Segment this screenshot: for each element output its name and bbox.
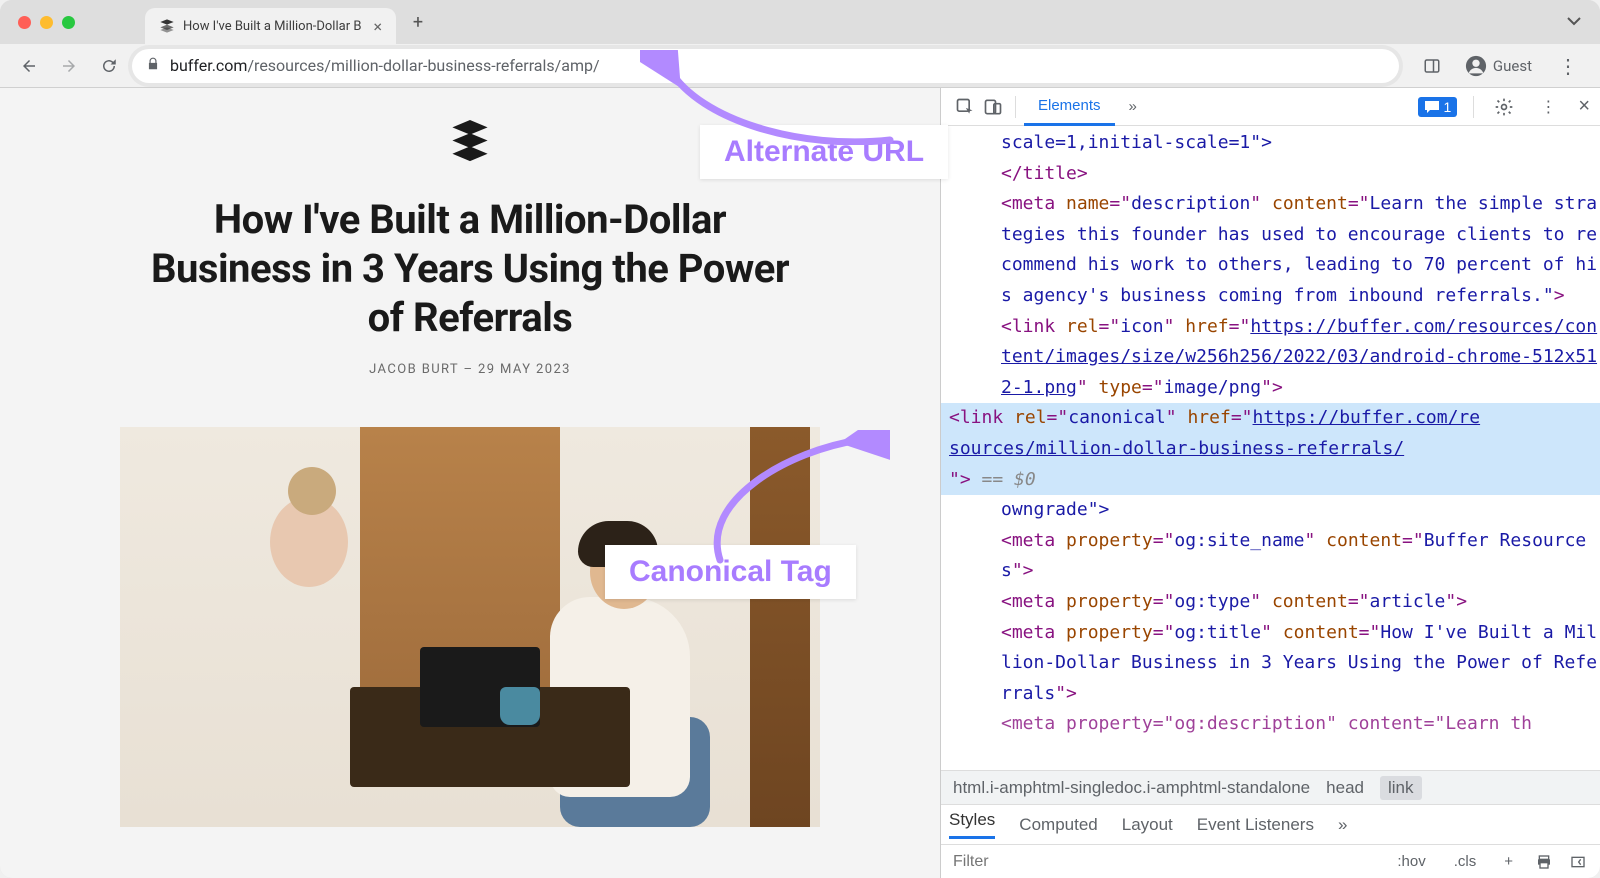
issues-count: 1	[1444, 99, 1452, 115]
breadcrumb-item[interactable]: head	[1326, 778, 1364, 798]
source-line: <meta property="og:title" content="How I…	[1001, 618, 1600, 710]
panel-toggle-icon[interactable]	[1568, 852, 1588, 872]
close-window-button[interactable]	[18, 16, 31, 29]
source-line: <link rel="icon" href="https://buffer.co…	[1001, 312, 1600, 404]
devtools-panel: Elements » 1 ⋮ × scale=1,initial-scale	[940, 88, 1600, 878]
source-line: <meta property="og:type" content="articl…	[1001, 587, 1600, 618]
breadcrumb-item-selected[interactable]: link	[1380, 776, 1422, 800]
devtools-close-icon[interactable]: ×	[1578, 95, 1590, 118]
toolbar: buffer.com/resources/million-dollar-busi…	[0, 44, 1600, 88]
styles-filter-row: :hov .cls +	[941, 844, 1600, 878]
toolbar-right: Guest ⋮	[1415, 49, 1588, 83]
source-line: <meta property="og:description" content=…	[1001, 709, 1600, 740]
device-toggle-icon[interactable]	[979, 93, 1007, 121]
browser-window: How I've Built a Million-Dollar B × + bu…	[0, 0, 1600, 878]
profile-button[interactable]: Guest	[1453, 50, 1544, 82]
article-title: How I've Built a Million-Dollar Business…	[140, 196, 800, 342]
settings-icon[interactable]	[1490, 93, 1518, 121]
computed-tab[interactable]: Computed	[1019, 815, 1097, 835]
address-bar[interactable]: buffer.com/resources/million-dollar-busi…	[132, 49, 1399, 83]
tabs-menu-button[interactable]	[1566, 14, 1582, 30]
tab-close-icon[interactable]: ×	[373, 17, 382, 36]
elements-tab[interactable]: Elements	[1024, 88, 1115, 126]
url-path: /resources/million-dollar-business-refer…	[247, 56, 599, 75]
filter-input[interactable]	[953, 853, 1160, 871]
source-line: owngrade">	[1001, 495, 1600, 526]
article-byline: JACOB BURT – 29 MAY 2023	[369, 362, 571, 377]
add-rule-button[interactable]: +	[1497, 850, 1520, 873]
profile-label: Guest	[1493, 57, 1532, 75]
site-logo[interactable]	[448, 120, 492, 168]
tab-title: How I've Built a Million-Dollar B	[183, 19, 361, 34]
title-bar: How I've Built a Million-Dollar B × +	[0, 0, 1600, 44]
source-line: </title>	[1001, 159, 1600, 190]
styles-tab[interactable]: Styles	[949, 810, 995, 839]
cls-button[interactable]: .cls	[1447, 850, 1484, 873]
elements-source[interactable]: scale=1,initial-scale=1"> </title> <meta…	[941, 126, 1600, 770]
maximize-window-button[interactable]	[62, 16, 75, 29]
issues-badge[interactable]: 1	[1418, 97, 1458, 117]
devtools-tabs: Elements » 1 ⋮ ×	[941, 88, 1600, 126]
event-listeners-tab[interactable]: Event Listeners	[1197, 815, 1314, 835]
hov-button[interactable]: :hov	[1390, 850, 1432, 873]
devtools-menu-icon[interactable]: ⋮	[1534, 93, 1562, 121]
source-line: <meta name="description" content="Learn …	[1001, 189, 1600, 311]
content-area: How I've Built a Million-Dollar Business…	[0, 88, 1600, 878]
selected-source-line[interactable]: <link rel="canonical" href="https://buff…	[941, 403, 1600, 495]
lock-icon	[146, 57, 160, 75]
tabs-overflow-button[interactable]: »	[1115, 89, 1151, 124]
web-page: How I've Built a Million-Dollar Business…	[0, 88, 940, 878]
url-host: buffer.com	[170, 56, 247, 75]
panel-icon[interactable]	[1415, 49, 1449, 83]
styles-tabs-overflow[interactable]: »	[1338, 815, 1347, 835]
inspect-icon[interactable]	[951, 93, 979, 121]
minimize-window-button[interactable]	[40, 16, 53, 29]
tab-favicon	[159, 18, 175, 34]
url-text: buffer.com/resources/million-dollar-busi…	[170, 56, 600, 75]
browser-tab[interactable]: How I've Built a Million-Dollar B ×	[145, 8, 396, 44]
forward-button[interactable]	[52, 49, 86, 83]
dom-breadcrumb[interactable]: html.i-amphtml-singledoc.i-amphtml-stand…	[941, 770, 1600, 804]
hero-image	[120, 427, 820, 827]
window-controls	[18, 16, 75, 29]
layout-tab[interactable]: Layout	[1122, 815, 1173, 835]
styles-tabs: Styles Computed Layout Event Listeners »	[941, 804, 1600, 844]
back-button[interactable]	[12, 49, 46, 83]
reload-button[interactable]	[92, 49, 126, 83]
chrome-menu-button[interactable]: ⋮	[1548, 54, 1588, 78]
source-line: <meta property="og:site_name" content="B…	[1001, 526, 1600, 587]
new-tab-button[interactable]: +	[404, 12, 432, 33]
source-line: scale=1,initial-scale=1">	[1001, 128, 1600, 159]
breadcrumb-item[interactable]: html.i-amphtml-singledoc.i-amphtml-stand…	[953, 778, 1310, 798]
print-icon[interactable]	[1534, 852, 1554, 872]
